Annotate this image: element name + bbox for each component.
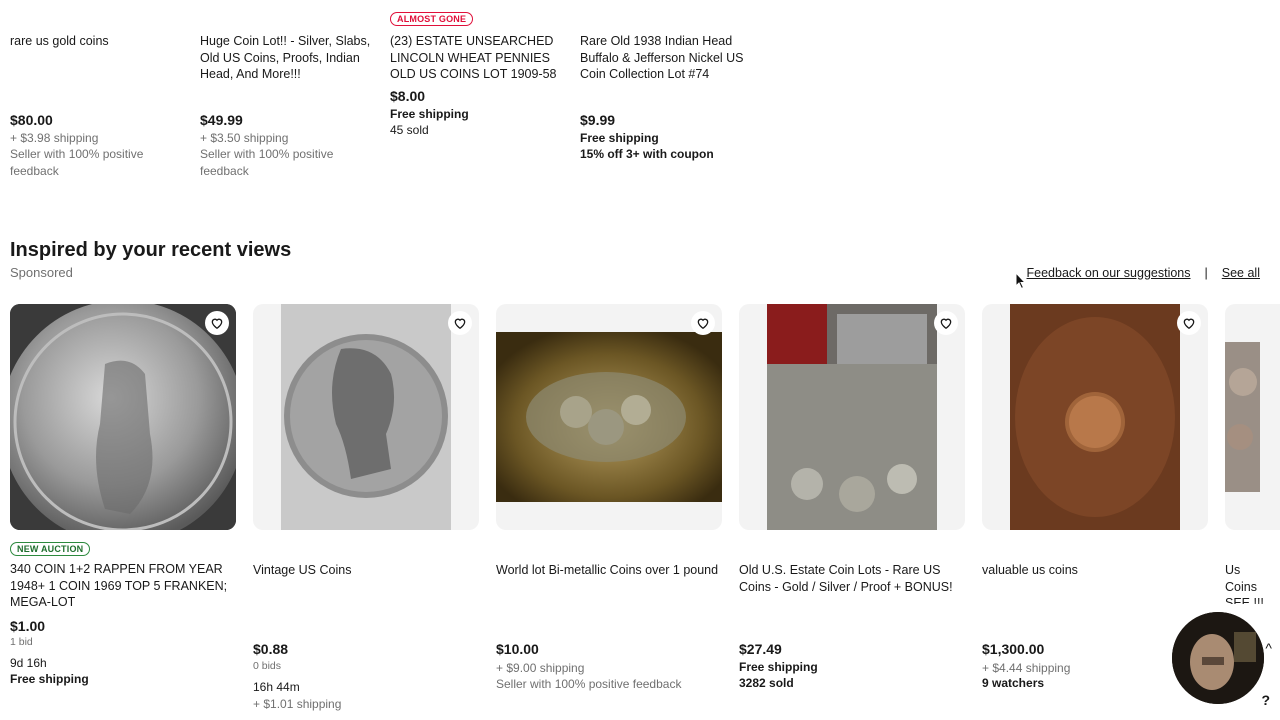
heart-icon (940, 318, 952, 330)
product-card-6[interactable]: Us Coins SEE !!! (1225, 304, 1280, 604)
presenter-face-image (1172, 612, 1264, 704)
see-all-link[interactable]: See all (1222, 266, 1260, 280)
new-auction-badge: NEW AUCTION (10, 542, 91, 556)
bid-count: 1 bid (10, 636, 33, 648)
chevron-up-icon[interactable]: ^ (1265, 640, 1272, 656)
product-card-1[interactable]: NEW AUCTION 340 COIN 1+2 RAPPEN FROM YEA… (10, 304, 236, 686)
coin-pile-image (767, 304, 937, 530)
product-price: $27.49 (739, 641, 782, 657)
product-price: $10.00 (496, 641, 539, 657)
item-price: $80.00 (10, 112, 53, 128)
product-card-4[interactable]: Old U.S. Estate Coin Lots - Rare US Coin… (739, 304, 965, 690)
link-separator: | (1204, 266, 1208, 280)
item-title[interactable]: (23) ESTATE UNSEARCHED LINCOLN WHEAT PEN… (390, 33, 565, 83)
penny-in-hand-image (1010, 304, 1180, 530)
product-title[interactable]: Us Coins SEE !!! (1225, 562, 1265, 604)
product-title[interactable]: World lot Bi-metallic Coins over 1 pound (496, 562, 722, 579)
product-shipping: + $9.00 shipping (496, 661, 585, 675)
product-shipping: Free shipping (10, 672, 89, 686)
mouse-cursor-icon (1015, 272, 1027, 290)
item-sold-count: 45 sold (390, 123, 429, 137)
item-title[interactable]: Huge Coin Lot!! - Silver, Slabs, Old US … (200, 33, 375, 83)
feedback-link[interactable]: Feedback on our suggestions (1027, 266, 1191, 280)
section-title: Inspired by your recent views (10, 239, 292, 261)
item-shipping: Free shipping (580, 131, 659, 145)
product-price: $1.00 (10, 618, 46, 634)
item-shipping: Free shipping (390, 107, 469, 121)
product-image[interactable] (253, 304, 479, 530)
coin-bag-image (496, 332, 722, 502)
product-shipping: + $1.01 shipping (253, 697, 342, 711)
product-price: $0.88 (253, 641, 289, 657)
watch-button[interactable] (691, 311, 715, 335)
heart-icon (1183, 318, 1195, 330)
product-image[interactable] (982, 304, 1208, 530)
product-title[interactable]: Vintage US Coins (253, 562, 479, 579)
product-image[interactable] (739, 304, 965, 530)
product-image[interactable] (1225, 304, 1280, 530)
watch-button[interactable] (448, 311, 472, 335)
product-shipping: Free shipping (739, 660, 818, 674)
item-seller-note: Seller with 100% positive feedback (10, 147, 144, 178)
swiss-coin-image (10, 304, 236, 530)
almost-gone-badge: ALMOST GONE (390, 12, 474, 26)
product-image[interactable] (10, 304, 236, 530)
item-shipping: + $3.98 shipping (10, 131, 99, 145)
product-image[interactable] (496, 304, 722, 530)
product-shipping: + $4.44 shipping (982, 661, 1071, 675)
webcam-overlay (1172, 612, 1264, 704)
bid-count: 0 bids (253, 660, 282, 672)
quarter-coin-image (281, 304, 451, 530)
heart-icon (454, 318, 466, 330)
help-icon[interactable]: ? (1261, 692, 1270, 708)
item-seller-note: Seller with 100% positive feedback (200, 147, 334, 178)
item-shipping: + $3.50 shipping (200, 131, 289, 145)
section-links: Feedback on our suggestions | See all (1027, 266, 1260, 280)
item-price: $8.00 (390, 88, 426, 104)
sold-count: 3282 sold (739, 676, 794, 690)
heart-icon (697, 318, 709, 330)
item-title[interactable]: Rare Old 1938 Indian Head Buffalo & Jeff… (580, 33, 755, 83)
product-card-3[interactable]: World lot Bi-metallic Coins over 1 pound… (496, 304, 722, 691)
watch-button[interactable] (205, 311, 229, 335)
item-price: $9.99 (580, 112, 616, 128)
coins-image (1225, 342, 1260, 492)
time-left: 16h 44m (253, 680, 300, 694)
watch-button[interactable] (1177, 311, 1201, 335)
watch-button[interactable] (934, 311, 958, 335)
item-coupon: 15% off 3+ with coupon (580, 147, 714, 161)
product-card-2[interactable]: Vintage US Coins $0.88 0 bids 16h 44m + … (253, 304, 479, 711)
seller-note: Seller with 100% positive feedback (496, 677, 682, 691)
product-title[interactable]: Old U.S. Estate Coin Lots - Rare US Coin… (739, 562, 965, 595)
item-title[interactable]: rare us gold coins (10, 33, 185, 50)
item-price: $49.99 (200, 112, 243, 128)
heart-icon (211, 318, 223, 330)
product-title[interactable]: 340 COIN 1+2 RAPPEN FROM YEAR 1948+ 1 CO… (10, 561, 236, 611)
product-card-5[interactable]: valuable us coins $1,300.00 + $4.44 ship… (982, 304, 1208, 690)
product-price: $1,300.00 (982, 641, 1045, 657)
watcher-count: 9 watchers (982, 676, 1045, 690)
previous-carousel: rare us gold coins $80.00 + $3.98 shippi… (10, 0, 770, 190)
sponsored-label: Sponsored (10, 265, 73, 280)
product-title[interactable]: valuable us coins (982, 562, 1208, 579)
time-left: 9d 16h (10, 656, 47, 670)
